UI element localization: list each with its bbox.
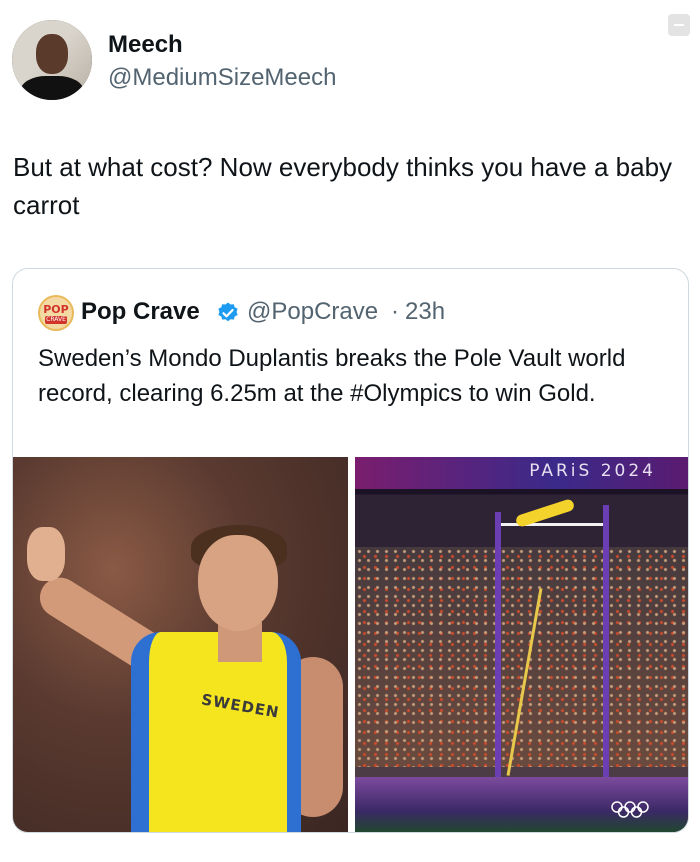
logo-text-bottom: CRAVE — [45, 316, 67, 324]
paris-banner-text: PARiS 2024 — [529, 461, 656, 481]
avatar-face — [36, 34, 68, 74]
stadium-crowd — [355, 547, 688, 767]
athlete-jersey — [131, 632, 301, 832]
quoted-tweet-text: Sweden’s Mondo Duplantis breaks the Pole… — [38, 345, 626, 407]
avatar[interactable] — [12, 20, 92, 100]
more-icon[interactable] — [668, 14, 690, 36]
media-image-athlete[interactable]: SWEDEN — [13, 457, 348, 832]
avatar-body — [20, 76, 84, 100]
paris-banner: PARiS 2024 — [355, 457, 688, 489]
olympic-rings-icon — [611, 801, 649, 818]
author-handle[interactable]: @MediumSizeMeech — [108, 64, 336, 92]
quoted-author-handle[interactable]: @PopCrave — [247, 298, 378, 326]
media-image-pole-vault[interactable]: PARiS 2024 — [355, 457, 688, 832]
separator-dot: · — [391, 298, 399, 325]
quoted-tweet-card[interactable]: POP CRAVE Pop Crave @PopCrave · 23h Swed… — [12, 268, 689, 833]
quoted-timestamp[interactable]: 23h — [405, 298, 445, 326]
pop-crave-logo[interactable]: POP CRAVE — [38, 295, 74, 331]
tweet-text: But at what cost? Now everybody thinks y… — [13, 152, 673, 220]
quoted-author-name[interactable]: Pop Crave — [81, 298, 200, 326]
verified-badge-icon — [218, 302, 238, 322]
author-name[interactable]: Meech — [108, 31, 183, 59]
logo-text-top: POP — [43, 303, 69, 316]
vault-standard-left — [495, 512, 501, 812]
athlete-hand — [27, 527, 65, 581]
athlete-head — [198, 535, 278, 631]
vault-standard-right — [603, 505, 609, 805]
